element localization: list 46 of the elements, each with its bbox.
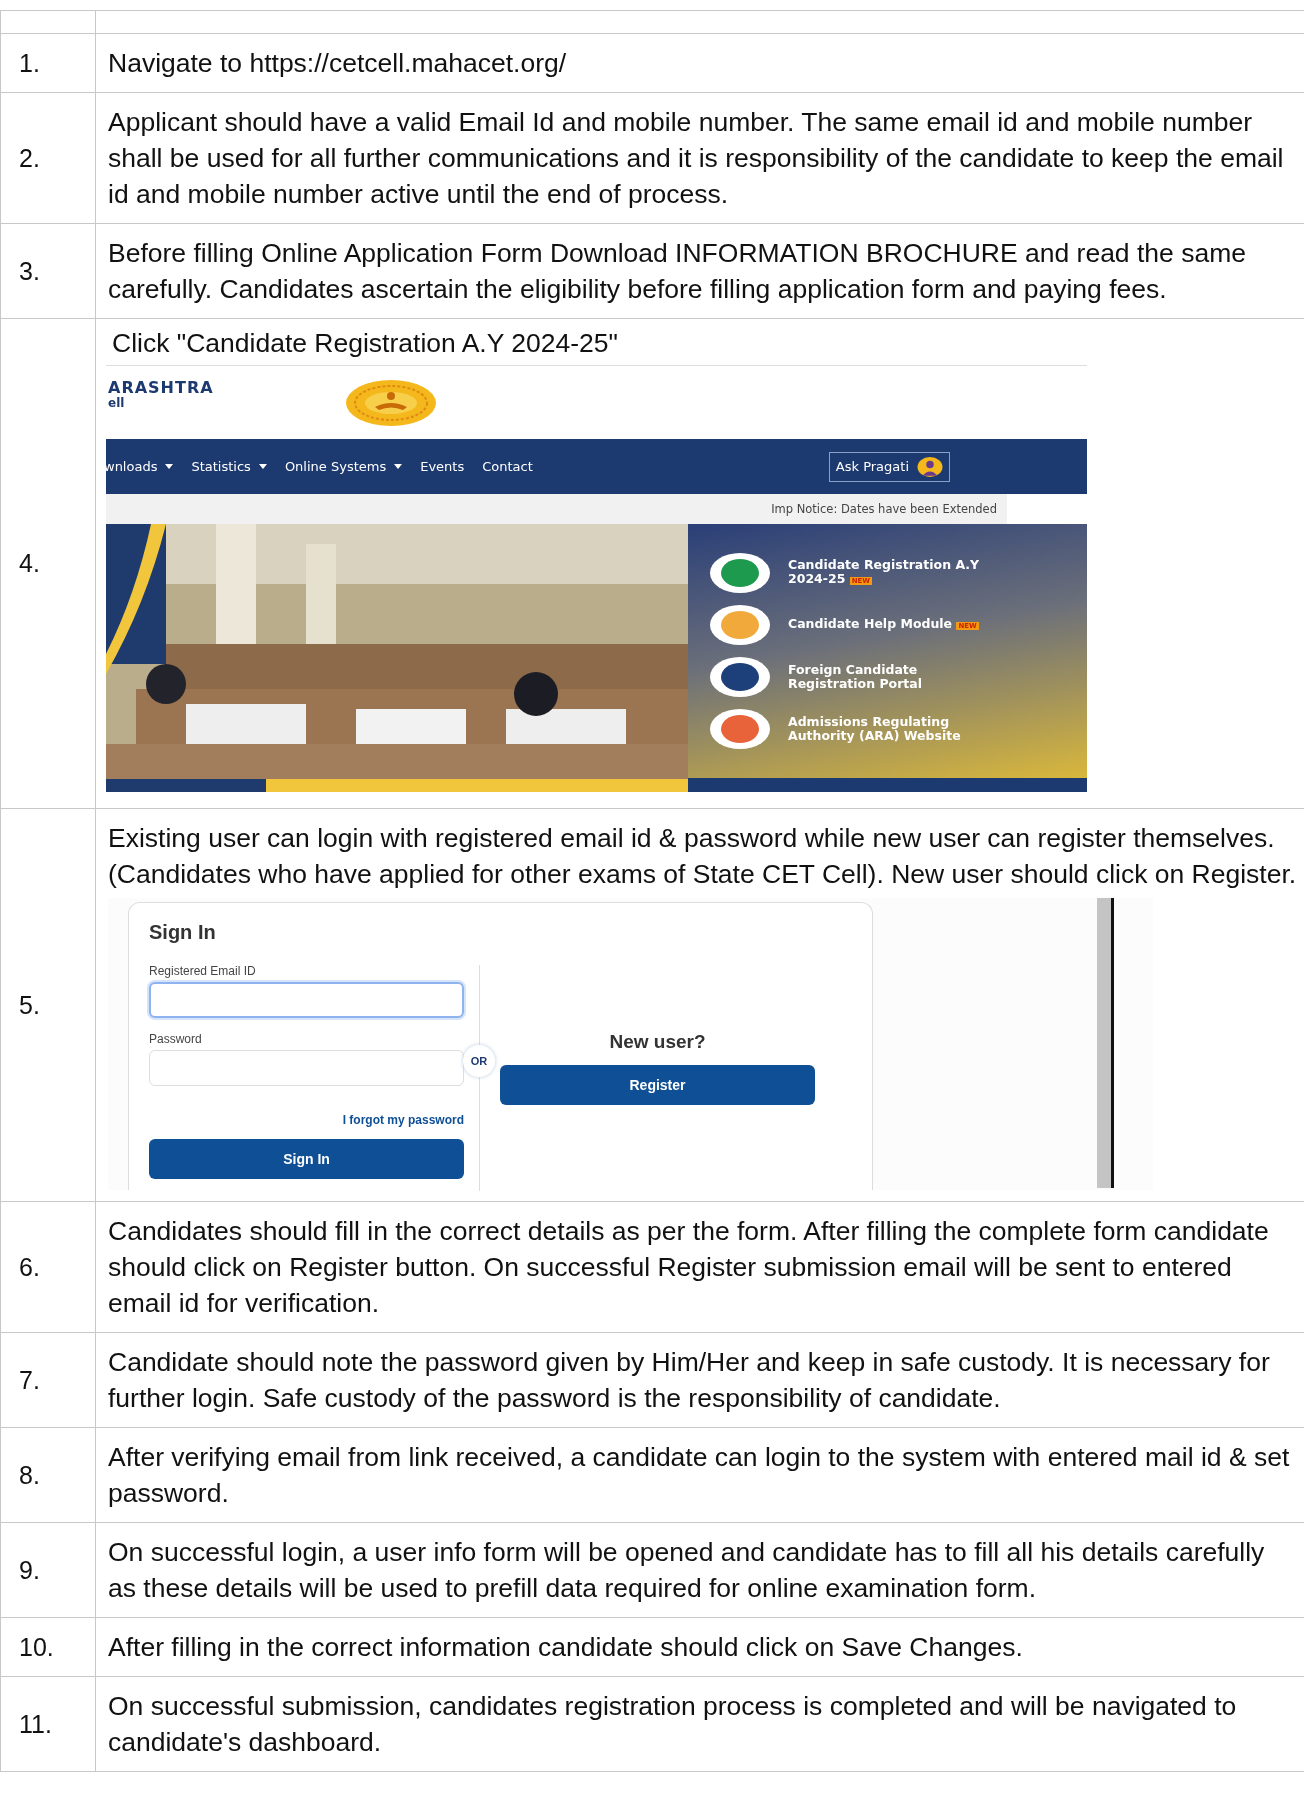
step-number: 11.	[19, 1709, 52, 1738]
forgot-password-link[interactable]: I forgot my password	[342, 1113, 464, 1127]
nav-menu-item[interactable]: Events	[420, 457, 465, 476]
seal-icon	[345, 378, 437, 427]
nav-menu-item[interactable]: Contact	[482, 457, 533, 476]
signin-title: Sign In	[149, 921, 217, 944]
input-field[interactable]	[149, 982, 464, 1018]
field-label: Password	[149, 1032, 203, 1046]
register-button[interactable]: Register	[500, 1065, 815, 1105]
step-number: 6.	[19, 1252, 40, 1281]
step-number: 10.	[19, 1632, 54, 1661]
step-text: Applicant should have a valid Email Id and mobile number. The same email id and mobile number shall be used for all further communications and it is responsibility of the candidate to keep the email id and mobile number active until the end of process.	[108, 106, 1285, 211]
step-text: After filling in the correct information candidate should click on Save Changes.	[108, 1631, 1024, 1664]
step-number: 8.	[19, 1460, 40, 1489]
brand-subtitle: ell	[108, 396, 126, 410]
new-user-heading: New user?	[608, 1031, 707, 1053]
step-text: Before filling Online Application Form Download INFORMATION BROCHURE and read the same carefully. Candidates ascertain the eligibility before filling application form and paying fees.	[108, 237, 1247, 306]
caret-icon	[394, 464, 403, 469]
step-text: Navigate to https://cetcell.mahacet.org/	[108, 47, 568, 80]
notice-text: Imp Notice: Dates have been Extended	[771, 501, 997, 518]
caret-icon	[258, 464, 267, 469]
input-field[interactable]	[149, 1050, 464, 1086]
step-text: Existing user can login with registered email id & password while new user can register themselves. (Candidates who have applied for other exams of State CET Cell). New user should click on Register.	[108, 822, 1298, 891]
nav-menu-item[interactable]: Statistics	[191, 457, 267, 476]
ask-assistant-button[interactable]: Ask Pragati	[828, 451, 950, 482]
step-text: After verifying email from link received, a candidate can login to the system with entered mail id & set password.	[108, 1441, 1291, 1510]
field-label: Registered Email ID	[149, 964, 257, 978]
step-number: 7.	[19, 1365, 40, 1394]
caret-icon	[165, 464, 174, 469]
step-text: On successful submission, candidates registration process is completed and will be navigated to candidate's dashboard.	[108, 1690, 1238, 1759]
step-number: 3.	[19, 256, 40, 285]
brand-name: ARASHTRA	[108, 379, 215, 397]
step-text: Candidate should note the password given by Him/Her and keep in safe custody. It is necessary for further login. Safe custody of the password is the responsibility of candidate.	[108, 1346, 1271, 1415]
step-text: Click "Candidate Registration A.Y 2024-25"	[111, 327, 619, 360]
nav-menu-item[interactable]: wnloads	[104, 457, 174, 476]
step-number: 4.	[19, 549, 40, 577]
step-number: 1.	[19, 48, 40, 77]
portal-link[interactable]: Foreign Candidate Registration Portal	[710, 657, 1087, 697]
avatar-icon	[917, 456, 943, 477]
nav-menu-item[interactable]: Online Systems	[284, 457, 403, 476]
step-number: 5.	[19, 990, 40, 1019]
step-number: 9.	[19, 1555, 40, 1584]
signin-button[interactable]: Sign In	[149, 1139, 464, 1179]
step-number: 2.	[19, 143, 40, 172]
step-text: On successful login, a user info form will be opened and candidate has to fill all his details carefully as these details will be used to prefill data required for online examination form.	[108, 1536, 1266, 1605]
step-text: Candidates should fill in the correct details as per the form. After filling the complete form candidate should click on Register button. On successful Register submission email will be sent to entered email id for verification.	[108, 1215, 1270, 1320]
